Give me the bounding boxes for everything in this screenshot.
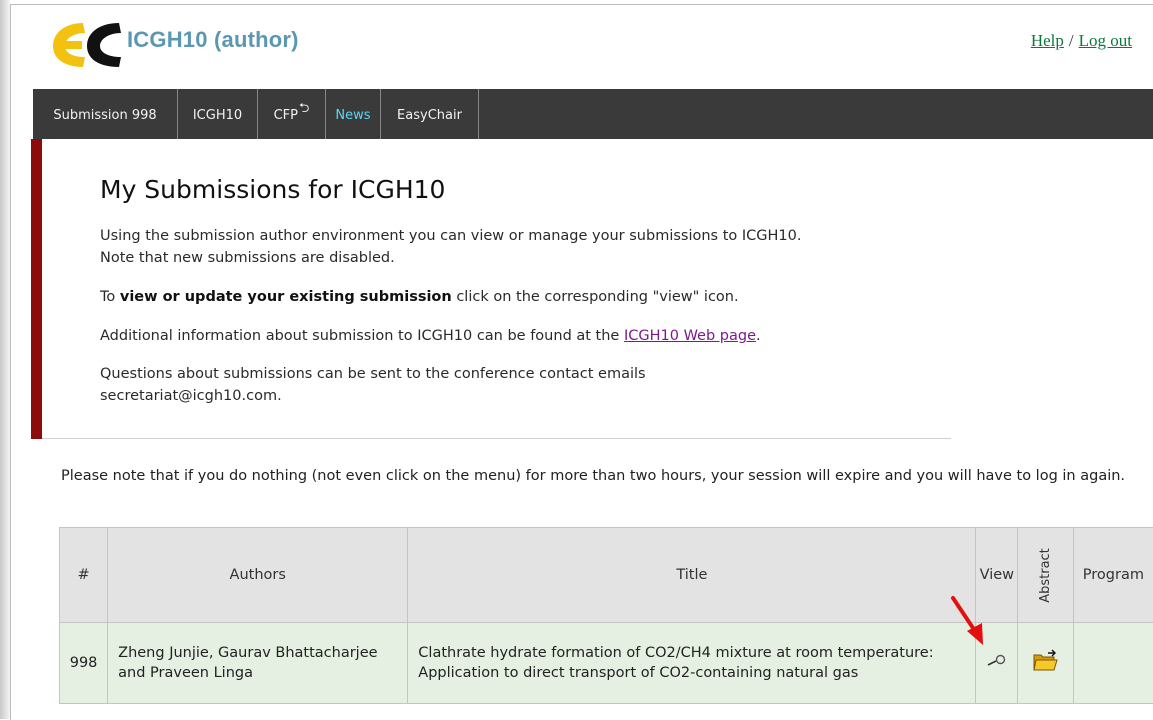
submission-number: 998 — [60, 623, 108, 704]
submission-authors: Zheng Junjie, Gaurav Bhattacharjee and P… — [108, 623, 408, 704]
page-frame: ICGH10 (author) Help / Log out Submission … — [10, 4, 1153, 720]
view-instruction-bold: view or update your existing submission — [120, 289, 452, 305]
link-separator: / — [1069, 31, 1074, 50]
header-authors: Authors — [108, 528, 408, 623]
easychair-logo — [47, 19, 127, 69]
menu-submission-998[interactable]: Submission 998 — [33, 89, 178, 139]
content-accent-bar — [31, 139, 42, 439]
abstract-cell — [1018, 623, 1074, 704]
main-content: My Submissions for ICGH10 Using the subm… — [31, 139, 951, 439]
contact-info: Questions about submissions can be sent … — [100, 363, 940, 407]
program-cell — [1073, 623, 1153, 704]
magnifier-icon[interactable] — [986, 654, 1008, 672]
menu-icgh10[interactable]: ICGH10 — [178, 89, 258, 139]
help-link[interactable]: Help — [1031, 31, 1064, 50]
app-title: ICGH10 (author) — [127, 27, 299, 53]
page-title: My Submissions for ICGH10 — [100, 175, 445, 204]
additional-info: Additional information about submission … — [100, 325, 940, 347]
menu-news[interactable]: News — [326, 89, 381, 139]
menu-cfp[interactable]: CFP⮌ — [258, 89, 326, 139]
menu-easychair[interactable]: EasyChair — [381, 89, 479, 139]
table-header-row: # Authors Title View Abstract Program — [60, 528, 1153, 623]
intro-line-2: Note that new submissions are disabled. — [100, 250, 395, 266]
return-arrow-icon: ⮌ — [299, 99, 309, 121]
view-instruction: To view or update your existing submissi… — [100, 286, 940, 308]
red-arrow-annotation — [949, 595, 987, 647]
header-abstract: Abstract — [1018, 528, 1074, 623]
submission-title: Clathrate hydrate formation of CO2/CH4 m… — [408, 623, 976, 704]
header-number: # — [60, 528, 108, 623]
contact-line-1: Questions about submissions can be sent … — [100, 366, 646, 382]
open-folder-icon[interactable] — [1032, 649, 1058, 677]
intro-line-1: Using the submission author environment … — [100, 228, 801, 244]
icgh10-web-page-link[interactable]: ICGH10 Web page — [624, 328, 756, 344]
submissions-table: # Authors Title View Abstract Program 99… — [59, 527, 1153, 704]
window-left-edge — [0, 0, 10, 719]
header: ICGH10 (author) Help / Log out — [11, 5, 1153, 89]
main-menu: Submission 998 ICGH10 CFP⮌ News EasyChai… — [33, 89, 1153, 139]
intro-paragraph: Using the submission author environment … — [100, 225, 940, 269]
contact-email: secretariat@icgh10.com. — [100, 388, 282, 404]
logout-link[interactable]: Log out — [1079, 31, 1132, 50]
top-links: Help / Log out — [1031, 31, 1132, 51]
table-row: 998 Zheng Junjie, Gaurav Bhattacharjee a… — [60, 623, 1153, 704]
session-expiry-note: Please note that if you do nothing (not … — [61, 465, 1151, 488]
header-title: Title — [408, 528, 976, 623]
header-program: Program — [1073, 528, 1153, 623]
content-divider — [42, 438, 951, 439]
